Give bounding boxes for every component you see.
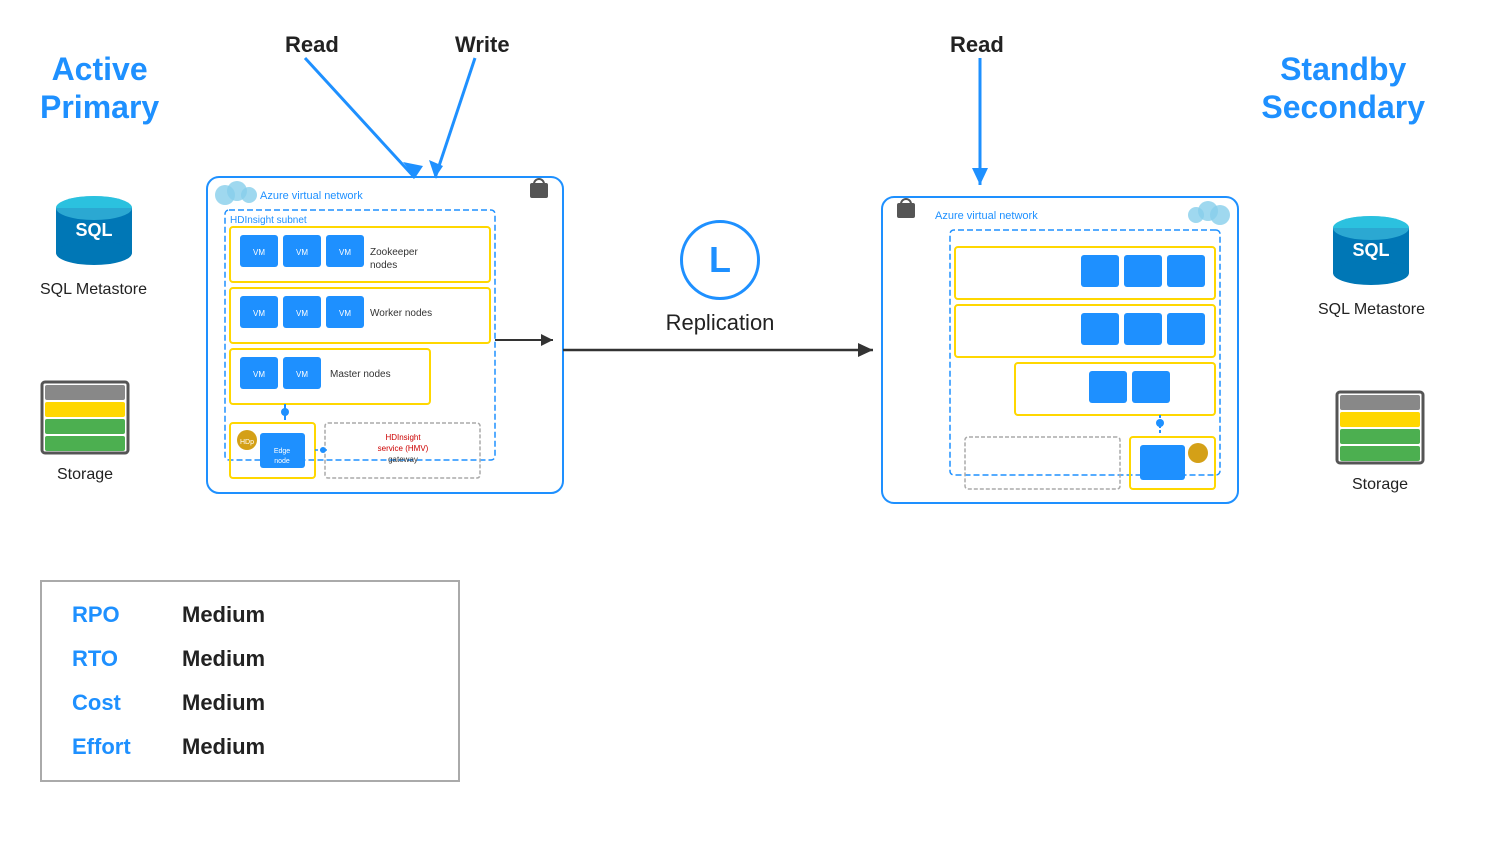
svg-text:VM: VM (296, 370, 308, 379)
storage-right: Storage (1335, 390, 1425, 494)
svg-text:Worker nodes: Worker nodes (370, 308, 432, 319)
metric-row-cost: Cost Medium (72, 690, 428, 716)
svg-text:SQL: SQL (75, 220, 112, 240)
read-right-arrow: Read (900, 30, 1100, 190)
svg-text:Write: Write (455, 32, 510, 57)
active-primary-label: Active Primary (40, 50, 159, 127)
svg-text:VM: VM (253, 248, 265, 257)
cluster-right: Azure virtual network (880, 195, 1240, 505)
svg-text:Azure virtual network: Azure virtual network (260, 190, 363, 202)
svg-text:HDp: HDp (240, 439, 254, 446)
sql-metastore-left: SQL SQL Metastore (40, 190, 147, 299)
svg-text:Azure virtual network: Azure virtual network (935, 210, 1038, 222)
svg-text:VM: VM (339, 248, 351, 257)
metrics-box: RPO Medium RTO Medium Cost Medium Effort… (40, 580, 460, 782)
svg-text:node: node (274, 458, 290, 465)
metric-row-effort: Effort Medium (72, 734, 428, 760)
cluster-left: Azure virtual network HDInsight subnet V… (205, 175, 565, 495)
sql-metastore-right: SQL SQL Metastore (1318, 210, 1425, 319)
metric-row-rto: RTO Medium (72, 646, 428, 672)
metric-row-rpo: RPO Medium (72, 602, 428, 628)
replication-clock-icon (680, 220, 760, 300)
svg-text:Edge: Edge (274, 448, 290, 455)
svg-text:Read: Read (285, 32, 339, 57)
svg-text:Zookeeper: Zookeeper (370, 247, 418, 258)
storage-left: Storage (40, 380, 130, 484)
replication-arrow (563, 335, 883, 365)
svg-text:VM: VM (296, 309, 308, 318)
svg-text:VM: VM (253, 309, 265, 318)
svg-text:Master nodes: Master nodes (330, 369, 391, 380)
svg-text:HDInsight: HDInsight (385, 433, 421, 442)
svg-text:SQL: SQL (1353, 240, 1390, 260)
svg-text:Read: Read (950, 32, 1004, 57)
svg-text:VM: VM (339, 309, 351, 318)
svg-text:VM: VM (296, 248, 308, 257)
svg-text:VM: VM (253, 370, 265, 379)
svg-text:HDInsight subnet: HDInsight subnet (230, 215, 307, 226)
svg-text:nodes: nodes (370, 260, 397, 271)
standby-secondary-label: Standby Secondary (1261, 50, 1425, 127)
replication-area: Replication (570, 220, 870, 336)
main-container: Active Primary Standby Secondary Read Wr… (0, 0, 1485, 855)
svg-text:gateway: gateway (388, 455, 418, 464)
svg-text:service (HMV): service (HMV) (378, 444, 429, 453)
